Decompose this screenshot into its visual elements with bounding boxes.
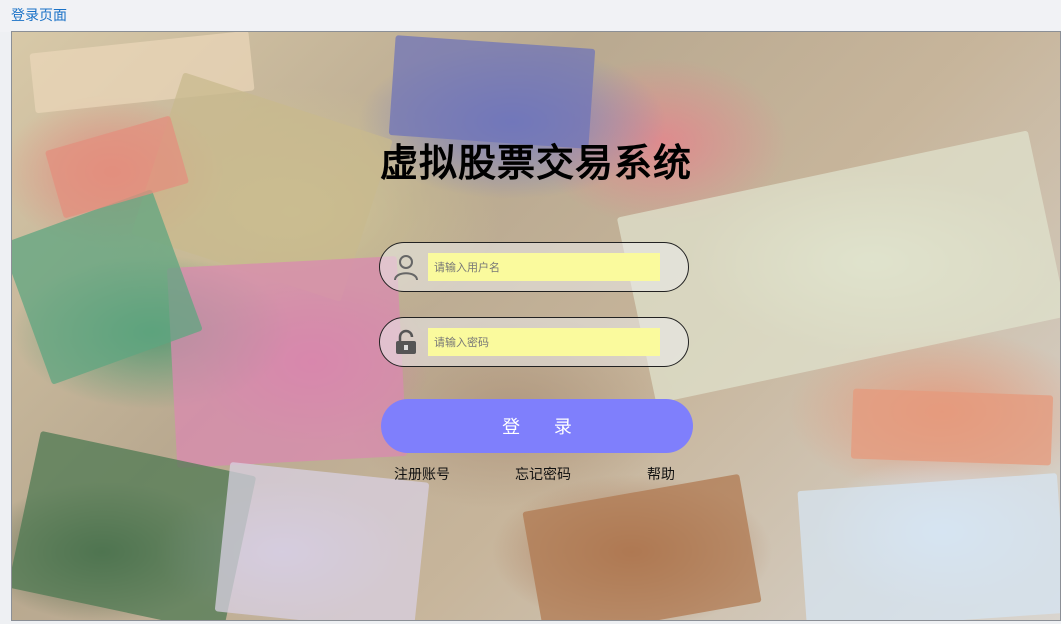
login-page-frame: 虚拟股票交易系统 登 录 注册账号 忘记密码 帮助	[11, 31, 1061, 621]
login-button[interactable]: 登 录	[381, 399, 693, 453]
tab-bar: 登录页面	[0, 0, 1061, 32]
banknote-decoration	[797, 473, 1060, 620]
lock-icon	[396, 329, 416, 354]
user-icon	[394, 255, 418, 281]
tab-title[interactable]: 登录页面	[11, 6, 67, 26]
register-link[interactable]: 注册账号	[394, 464, 450, 484]
password-input[interactable]	[428, 328, 660, 356]
banknote-decoration	[214, 461, 430, 620]
password-field	[379, 317, 689, 367]
banknote-decoration	[850, 388, 1054, 466]
help-link[interactable]: 帮助	[647, 464, 675, 484]
banknote-decoration	[166, 256, 408, 468]
username-input[interactable]	[428, 253, 660, 281]
app-title: 虚拟股票交易系统	[379, 140, 692, 185]
username-field	[379, 242, 689, 292]
banknote-decoration	[522, 473, 762, 620]
forgot-password-link[interactable]: 忘记密码	[515, 464, 571, 484]
